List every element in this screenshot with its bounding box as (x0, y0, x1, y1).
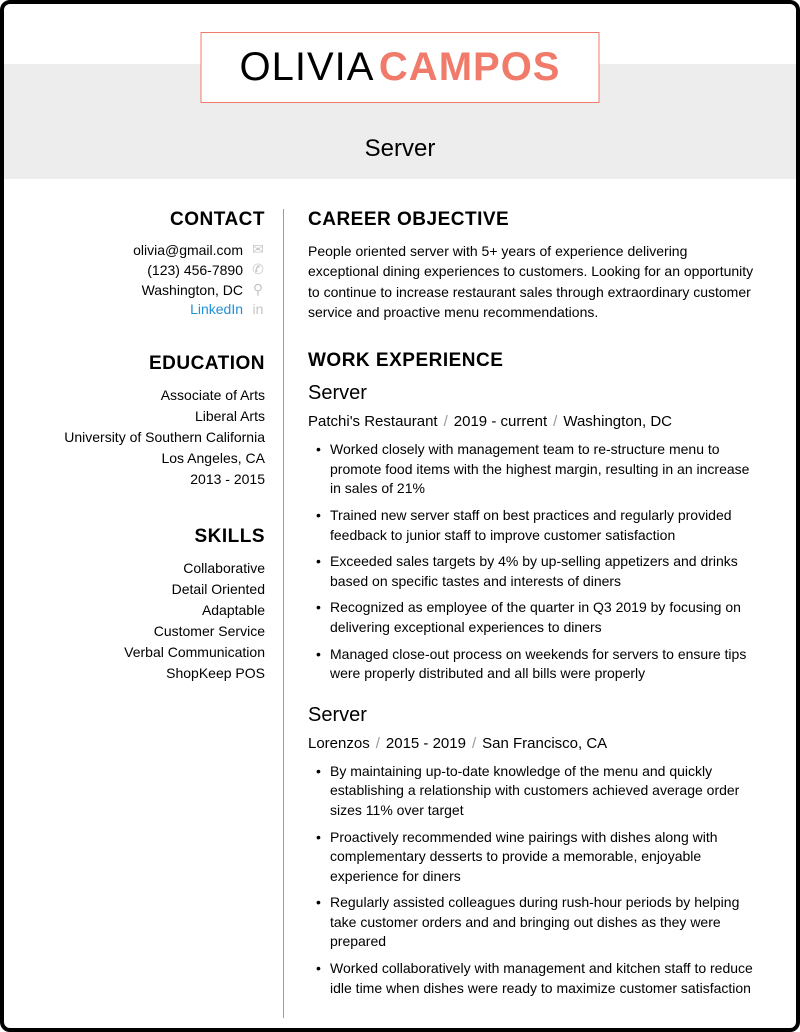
bullet-item: Regularly assisted colleagues during rus… (330, 893, 756, 952)
experience-heading: WORK EXPERIENCE (308, 350, 756, 372)
first-name: OLIVIA (240, 45, 375, 89)
skill-item: ShopKeep POS (24, 663, 265, 684)
job-role: Server (308, 382, 756, 405)
bullet-item: By maintaining up-to-date knowledge of t… (330, 762, 756, 821)
skill-item: Adaptable (24, 600, 265, 621)
objective-text: People oriented server with 5+ years of … (308, 241, 756, 322)
contact-heading: CONTACT (24, 209, 265, 231)
job-bullets: By maintaining up-to-date knowledge of t… (308, 762, 756, 999)
bullet-item: Exceeded sales targets by 4% by up-selli… (330, 552, 756, 591)
education-line: Los Angeles, CA (24, 448, 265, 469)
linkedin-icon: in (251, 301, 265, 317)
phone-icon: ✆ (251, 261, 265, 278)
education-line: 2013 - 2015 (24, 469, 265, 490)
education-line: Liberal Arts (24, 406, 265, 427)
bullet-item: Trained new server staff on best practic… (330, 506, 756, 545)
skill-item: Detail Oriented (24, 579, 265, 600)
contact-location: Washington, DC ⚲ (24, 281, 265, 298)
education-section: EDUCATION Associate of Arts Liberal Arts… (24, 353, 265, 490)
education-line: University of Southern California (24, 427, 265, 448)
skill-item: Collaborative (24, 558, 265, 579)
envelope-icon: ✉ (251, 241, 265, 258)
contact-linkedin[interactable]: LinkedIn in (24, 301, 265, 317)
job-title: Server (365, 135, 436, 163)
job-company: Patchi's Restaurant (308, 413, 438, 430)
job-company: Lorenzos (308, 735, 370, 752)
skill-item: Customer Service (24, 621, 265, 642)
contact-section: CONTACT olivia@gmail.com ✉ (123) 456-789… (24, 209, 265, 317)
bullet-item: Managed close-out process on weekends fo… (330, 645, 756, 684)
header-band: OLIVIA CAMPOS Server (4, 64, 796, 179)
job-location: San Francisco, CA (482, 735, 607, 752)
location-icon: ⚲ (251, 281, 265, 298)
bullet-item: Worked closely with management team to r… (330, 440, 756, 499)
contact-phone: (123) 456-7890 ✆ (24, 261, 265, 278)
contact-email: olivia@gmail.com ✉ (24, 241, 265, 258)
job-block: Server Lorenzos/2015 - 2019/San Francisc… (308, 704, 756, 999)
name-box: OLIVIA CAMPOS (201, 32, 600, 103)
bullet-item: Recognized as employee of the quarter in… (330, 598, 756, 637)
objective-heading: CAREER OBJECTIVE (308, 209, 756, 231)
bullet-item: Proactively recommended wine pairings wi… (330, 828, 756, 887)
job-bullets: Worked closely with management team to r… (308, 440, 756, 684)
main-column: CAREER OBJECTIVE People oriented server … (284, 209, 756, 1018)
last-name: CAMPOS (379, 45, 561, 89)
job-location: Washington, DC (563, 413, 672, 430)
job-meta: Patchi's Restaurant/2019 - current/Washi… (308, 413, 756, 430)
skills-section: SKILLS Collaborative Detail Oriented Ada… (24, 526, 265, 684)
job-meta: Lorenzos/2015 - 2019/San Francisco, CA (308, 735, 756, 752)
content-area: CONTACT olivia@gmail.com ✉ (123) 456-789… (4, 179, 796, 1018)
job-dates: 2015 - 2019 (386, 735, 466, 752)
sidebar: CONTACT olivia@gmail.com ✉ (123) 456-789… (4, 209, 284, 1018)
education-heading: EDUCATION (24, 353, 265, 375)
job-role: Server (308, 704, 756, 727)
bullet-item: Worked collaboratively with management a… (330, 959, 756, 998)
skills-heading: SKILLS (24, 526, 265, 548)
education-line: Associate of Arts (24, 385, 265, 406)
job-block: Server Patchi's Restaurant/2019 - curren… (308, 382, 756, 684)
job-dates: 2019 - current (454, 413, 547, 430)
skill-item: Verbal Communication (24, 642, 265, 663)
